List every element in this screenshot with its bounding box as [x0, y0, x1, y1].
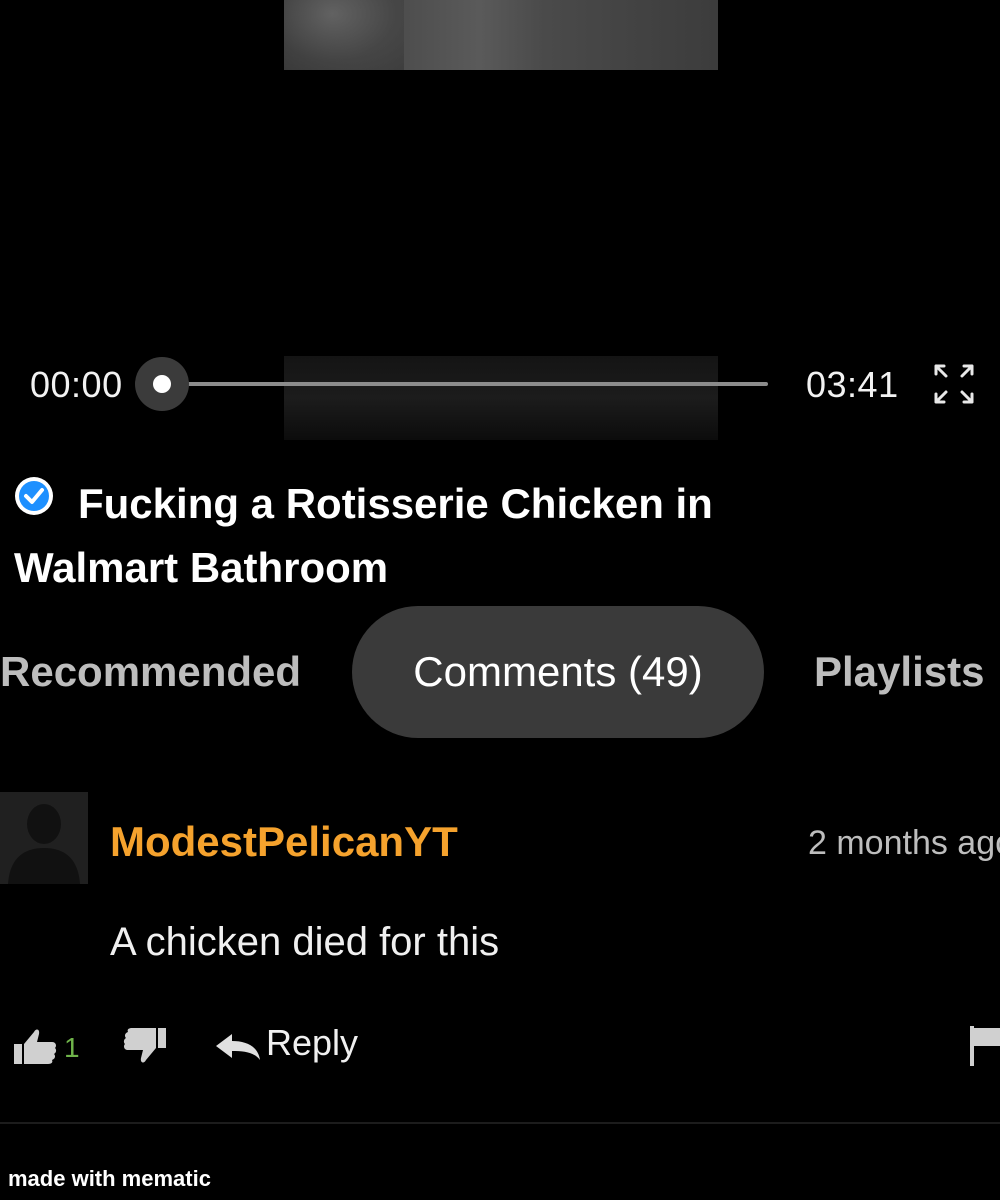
thumbs-down-icon[interactable]: [122, 1026, 168, 1066]
video-frame-shade: [284, 0, 404, 70]
video-title-line2: Walmart Bathroom: [14, 544, 389, 591]
fullscreen-icon[interactable]: [930, 360, 978, 408]
player-controls: 00:00 03:41: [0, 352, 1000, 416]
tab-bar: Recommended Comments (49) Playlists: [0, 606, 1000, 738]
avatar[interactable]: [0, 792, 88, 884]
thumbs-up-icon[interactable]: [12, 1026, 58, 1066]
progress-track[interactable]: [170, 382, 768, 386]
verified-check-icon: [15, 477, 53, 515]
reply-arrow-icon[interactable]: [214, 1032, 262, 1062]
default-avatar-icon: [0, 792, 88, 884]
comment-divider: [0, 1122, 1000, 1124]
current-time: 00:00: [30, 364, 123, 405]
tab-playlists[interactable]: Playlists: [814, 606, 984, 738]
video-frame[interactable]: [284, 0, 718, 70]
comment-item: ModestPelicanYT 2 months ago A chicken d…: [0, 792, 1000, 1122]
progress-scrubber[interactable]: [135, 357, 189, 411]
tab-comments[interactable]: Comments (49): [352, 606, 764, 738]
comment-actions: 1 Reply: [0, 1018, 1000, 1074]
comment-text: A chicken died for this: [110, 920, 500, 964]
reply-button[interactable]: Reply: [266, 1022, 358, 1064]
total-time: 03:41: [806, 364, 899, 405]
comment-timestamp: 2 months ago: [808, 824, 1000, 862]
like-count: 1: [64, 1032, 80, 1063]
watermark: made with mematic: [8, 1166, 211, 1191]
video-title-line1: Fucking a Rotisserie Chicken in: [78, 480, 713, 527]
video-title-block: Fucking a Rotisserie Chicken in Walmart …: [14, 472, 774, 600]
video-title: Fucking a Rotisserie Chicken in Walmart …: [14, 472, 774, 600]
flag-icon[interactable]: [968, 1024, 1000, 1068]
tab-recommended[interactable]: Recommended: [0, 606, 301, 738]
comment-username[interactable]: ModestPelicanYT: [110, 818, 458, 866]
